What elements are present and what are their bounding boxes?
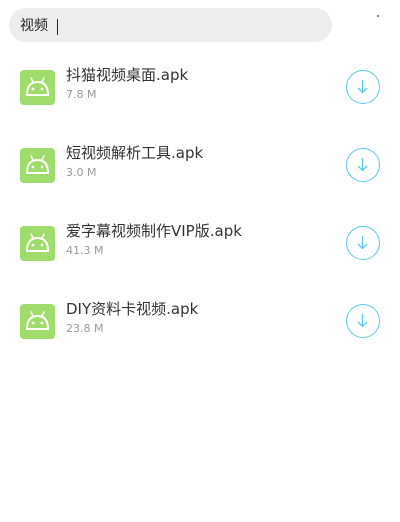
android-icon xyxy=(20,226,55,261)
file-name: 短视频解析工具.apk xyxy=(66,144,204,162)
download-button[interactable] xyxy=(346,226,380,260)
file-name: 抖猫视频桌面.apk xyxy=(66,66,189,84)
download-icon xyxy=(357,314,368,328)
search-bar[interactable] xyxy=(9,8,332,42)
download-icon xyxy=(357,236,368,250)
download-button[interactable] xyxy=(346,70,380,104)
download-icon xyxy=(357,80,368,94)
text-caret xyxy=(57,19,58,35)
download-icon xyxy=(357,158,368,172)
file-name: DIY资料卡视频.apk xyxy=(66,300,199,318)
file-name: 爱字幕视频制作VIP版.apk xyxy=(66,222,242,240)
download-button[interactable] xyxy=(346,148,380,182)
list-item[interactable]: DIY资料卡视频.apk 23.8 M xyxy=(0,300,400,364)
file-size: 23.8 M xyxy=(66,322,104,335)
android-icon xyxy=(20,148,55,183)
list-item[interactable]: 抖猫视频桌面.apk 7.8 M xyxy=(0,66,400,130)
menu-dot xyxy=(377,15,379,17)
android-icon xyxy=(20,70,55,105)
file-size: 7.8 M xyxy=(66,88,97,101)
list-item[interactable]: 爱字幕视频制作VIP版.apk 41.3 M xyxy=(0,222,400,286)
file-size: 3.0 M xyxy=(66,166,97,179)
file-size: 41.3 M xyxy=(66,244,104,257)
search-input[interactable] xyxy=(20,14,310,36)
android-icon xyxy=(20,304,55,339)
download-button[interactable] xyxy=(346,304,380,338)
list-item[interactable]: 短视频解析工具.apk 3.0 M xyxy=(0,144,400,208)
